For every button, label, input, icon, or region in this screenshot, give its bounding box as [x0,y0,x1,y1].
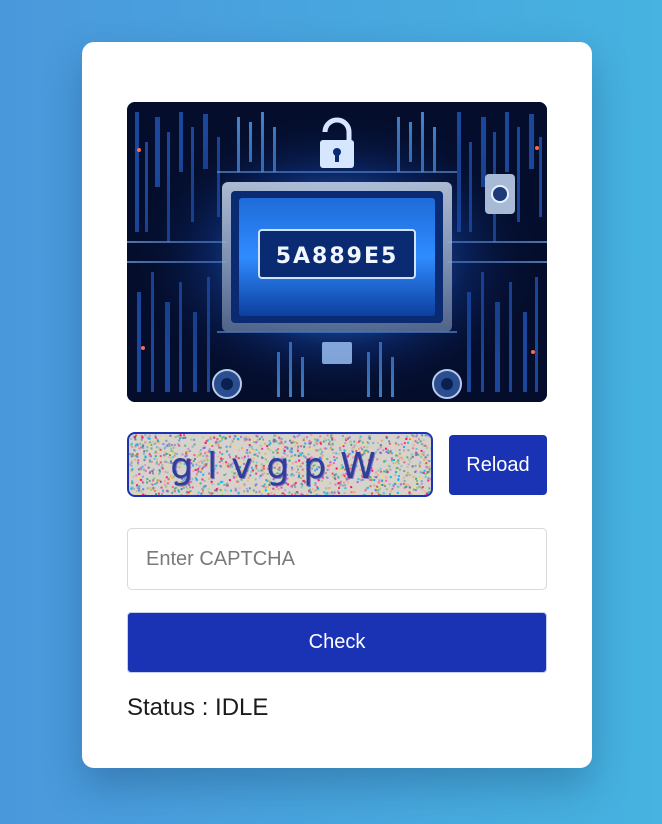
camera-icon [485,174,515,214]
circuit-board-image: 5A889E5 [127,102,547,402]
captcha-text: glvgpW [170,446,390,487]
status-value: IDLE [215,694,269,721]
status-label: Status : [127,694,216,721]
captcha-card: 5A889E5 glvgpW Reload Enter CAPTCHA Chec… [82,42,592,768]
status-line: Status : IDLE [127,694,268,722]
hero-code-text: 5A889E5 [276,244,399,269]
captcha-row: glvgpW Reload [127,432,547,497]
hero-illustration: 5A889E5 [127,102,547,402]
reload-button[interactable]: Reload [449,435,547,495]
captcha-input[interactable] [127,528,547,590]
check-button[interactable]: Check [127,612,547,673]
captcha-image: glvgpW [127,432,433,497]
